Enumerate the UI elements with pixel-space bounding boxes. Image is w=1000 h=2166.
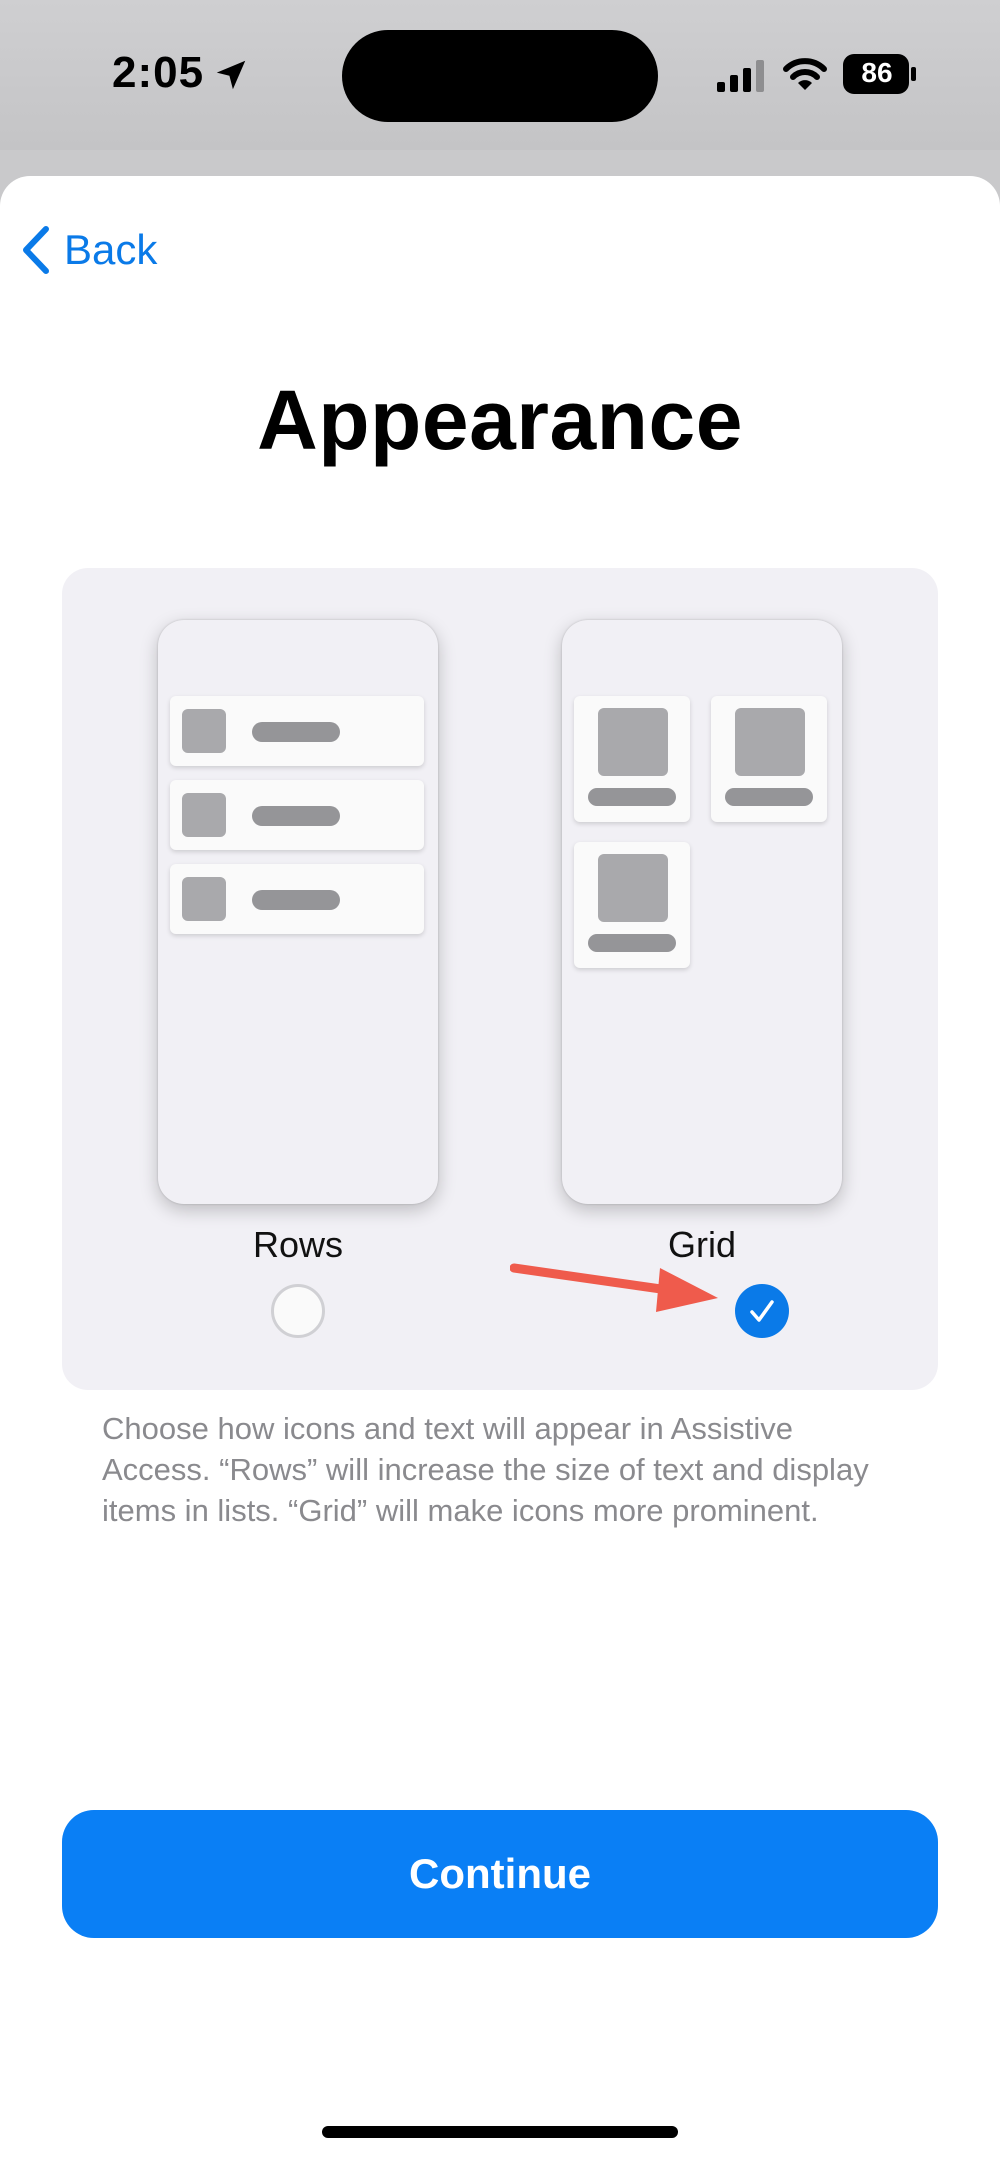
rows-preview[interactable] xyxy=(158,620,438,1204)
row-preview-item xyxy=(170,780,424,850)
chevron-left-icon xyxy=(23,226,49,274)
checkmark-icon xyxy=(750,1300,774,1322)
label-placeholder xyxy=(252,890,340,910)
row-preview-item xyxy=(170,696,424,766)
modal-sheet: Back Appearance Rows Grid Choose how ico… xyxy=(0,176,1000,2166)
grid-preview-item xyxy=(574,842,690,968)
label-placeholder xyxy=(252,722,340,742)
continue-button[interactable]: Continue xyxy=(62,1810,938,1938)
app-icon-placeholder xyxy=(735,708,805,776)
wifi-icon xyxy=(783,58,827,90)
cellular-signal-icon xyxy=(717,60,764,92)
app-icon-placeholder xyxy=(182,793,226,837)
location-arrow-icon xyxy=(216,60,246,90)
label-placeholder xyxy=(252,806,340,826)
red-arrow-annotation xyxy=(510,1263,718,1312)
status-bar: 2:05 86 xyxy=(0,0,1000,150)
rows-option-label: Rows xyxy=(252,1224,344,1265)
grid-preview[interactable] xyxy=(562,620,842,1204)
appearance-description: Choose how icons and text will appear in… xyxy=(102,1411,869,1528)
app-icon-placeholder xyxy=(598,708,668,776)
grid-preview-item xyxy=(574,696,690,822)
grid-preview-item xyxy=(711,696,827,822)
rows-radio-button[interactable] xyxy=(271,1284,325,1338)
home-indicator xyxy=(322,2126,678,2138)
label-placeholder xyxy=(588,788,676,806)
label-placeholder xyxy=(588,934,676,952)
back-button[interactable]: Back xyxy=(20,220,157,280)
label-placeholder xyxy=(725,788,813,806)
app-icon-placeholder xyxy=(182,877,226,921)
row-preview-item xyxy=(170,864,424,934)
back-label: Back xyxy=(64,226,158,273)
app-icon-placeholder xyxy=(598,854,668,922)
page-title: Appearance xyxy=(257,373,743,467)
dynamic-island xyxy=(342,30,658,122)
status-time: 2:05 xyxy=(112,48,205,97)
battery-level: 86 xyxy=(861,57,893,88)
grid-radio-button[interactable] xyxy=(735,1284,789,1338)
appearance-preview-card: Rows Grid xyxy=(62,568,938,1390)
app-icon-placeholder xyxy=(182,709,226,753)
